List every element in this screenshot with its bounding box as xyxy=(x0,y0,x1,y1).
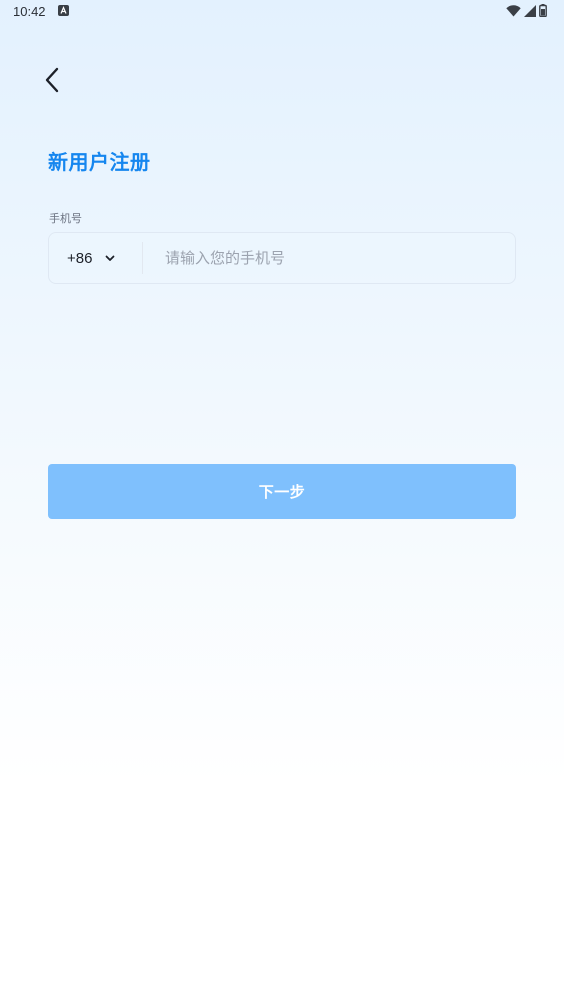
phone-input-group: +86 xyxy=(48,232,516,284)
status-icons xyxy=(506,4,547,17)
chevron-down-icon xyxy=(105,255,115,262)
back-button[interactable] xyxy=(36,64,68,100)
page-title: 新用户注册 xyxy=(48,150,151,174)
cellular-signal-icon xyxy=(524,4,536,17)
battery-icon xyxy=(539,4,547,17)
phone-field-label: 手机号 xyxy=(49,212,82,225)
wifi-icon xyxy=(506,4,521,17)
android-notification-icon xyxy=(58,5,69,16)
next-step-button[interactable]: 下一步 xyxy=(48,464,516,519)
phone-number-input[interactable] xyxy=(143,233,515,283)
chevron-left-icon xyxy=(43,66,61,98)
status-time: 10:42 xyxy=(13,4,46,19)
country-code-value: +86 xyxy=(67,249,93,267)
status-bar: 10:42 xyxy=(0,0,564,24)
country-code-selector[interactable]: +86 xyxy=(49,233,142,283)
